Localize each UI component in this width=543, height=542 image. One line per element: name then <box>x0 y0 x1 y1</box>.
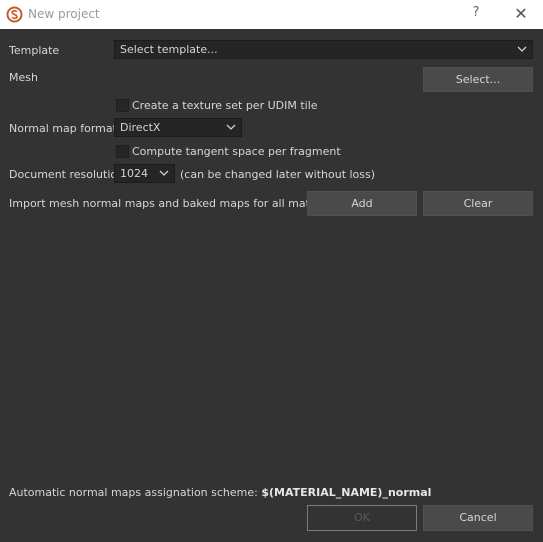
normal-map-format-value: DirectX <box>120 121 161 134</box>
scheme-label: Automatic normal maps assignation scheme… <box>9 486 431 499</box>
app-icon <box>6 6 23 23</box>
mesh-select-button[interactable]: Select... <box>423 67 533 92</box>
chevron-down-icon <box>159 170 169 176</box>
ok-button[interactable]: OK <box>307 505 417 531</box>
template-value: Select template... <box>120 43 218 56</box>
resolution-dropdown[interactable]: 1024 <box>114 164 175 183</box>
chevron-down-icon <box>517 46 527 52</box>
resolution-label: Document resolution <box>9 168 125 181</box>
normal-map-format-dropdown[interactable]: DirectX <box>114 118 242 137</box>
cancel-button[interactable]: Cancel <box>423 505 533 531</box>
template-dropdown[interactable]: Select template... <box>114 40 533 59</box>
add-button[interactable]: Add <box>307 191 417 216</box>
resolution-note: (can be changed later without loss) <box>180 168 376 181</box>
normal-map-format-label: Normal map format <box>9 122 117 135</box>
udim-label: Create a texture set per UDIM tile <box>132 99 318 112</box>
udim-checkbox[interactable] <box>116 99 129 112</box>
scheme-label-text: Automatic normal maps assignation scheme… <box>9 486 258 499</box>
mesh-label: Mesh <box>9 71 38 84</box>
help-button[interactable]: ? <box>468 5 484 23</box>
import-label: Import mesh normal maps and baked maps f… <box>9 197 344 210</box>
scheme-value: $(MATERIAL_NAME)_normal <box>261 486 432 499</box>
close-button[interactable]: ✕ <box>510 4 532 24</box>
template-label: Template <box>9 44 60 57</box>
window-title: New project <box>28 7 100 21</box>
tangent-checkbox[interactable] <box>116 145 129 158</box>
resolution-value: 1024 <box>120 167 148 180</box>
title-bar: New project ? ✕ <box>0 0 543 29</box>
chevron-down-icon <box>226 124 236 130</box>
clear-button[interactable]: Clear <box>423 191 533 216</box>
tangent-label: Compute tangent space per fragment <box>132 145 341 158</box>
